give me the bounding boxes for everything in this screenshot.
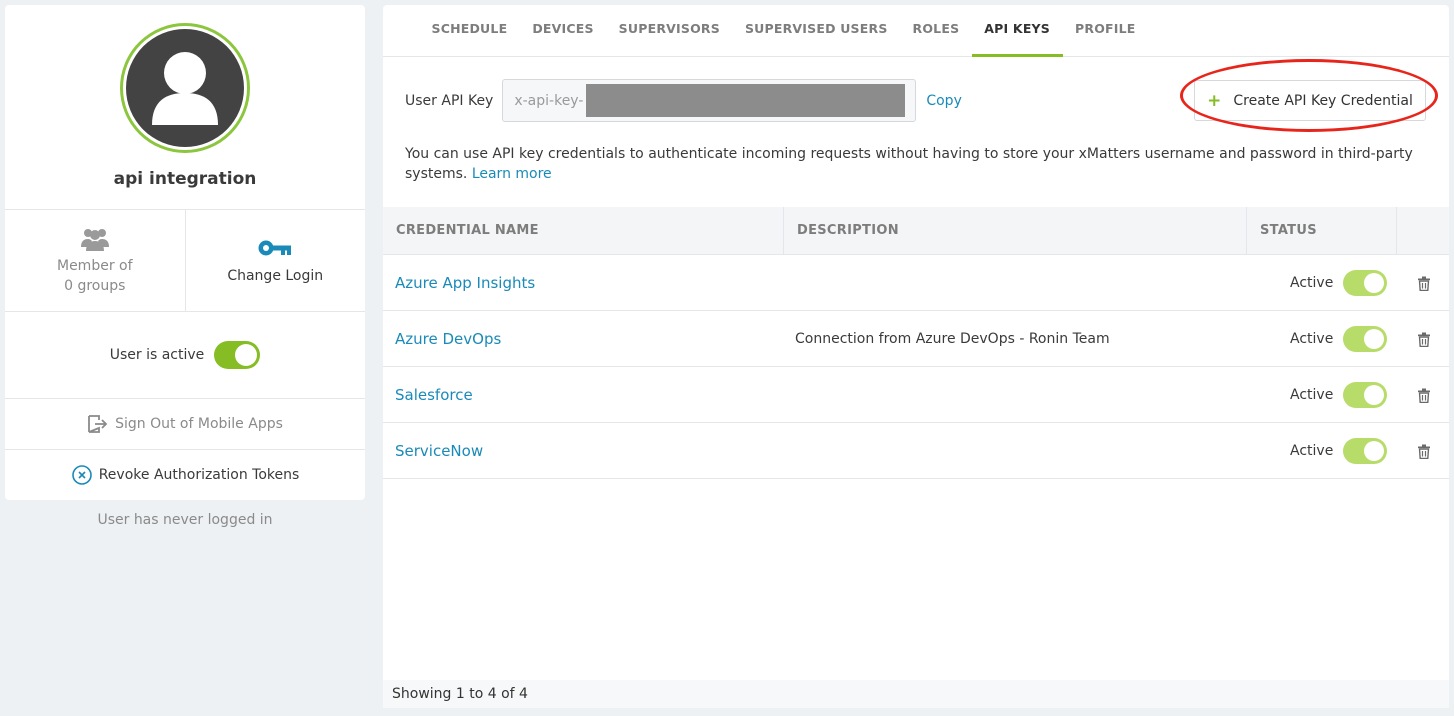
tab-devices[interactable]: DEVICES	[520, 5, 606, 57]
profile-actions: Member of 0 groups Change Login	[5, 210, 365, 312]
tab-roles[interactable]: ROLES	[900, 5, 972, 57]
change-login-button[interactable]: Change Login	[184, 210, 366, 311]
credential-name-link[interactable]: Salesforce	[395, 367, 473, 423]
member-of-label: Member of	[56, 257, 133, 274]
member-of-text: Member of 0 groups	[57, 256, 133, 296]
toggle-knob	[1364, 385, 1384, 405]
trash-icon[interactable]	[1417, 332, 1431, 347]
credential-status-toggle[interactable]	[1343, 270, 1387, 296]
revoke-icon	[71, 465, 92, 485]
user-silhouette-icon	[152, 52, 218, 125]
group-icon	[80, 228, 109, 251]
user-active-label: User is active	[109, 347, 205, 363]
credential-name-link[interactable]: Azure App Insights	[395, 255, 535, 311]
sign-out-label: Sign Out of Mobile Apps	[115, 416, 283, 432]
plus-icon: +	[1207, 90, 1222, 111]
user-card: api integration Member of 0 groups Chang…	[5, 5, 365, 500]
main-panel: SCHEDULE DEVICES SUPERVISORS SUPERVISED …	[383, 5, 1449, 708]
trash-icon[interactable]	[1417, 388, 1431, 403]
api-key-prefix: x-api-key-	[514, 92, 584, 109]
revoke-label: Revoke Authorization Tokens	[98, 467, 300, 483]
header-description[interactable]: DESCRIPTION	[784, 207, 1247, 254]
table-row: ServiceNow Active	[383, 423, 1449, 479]
toggle-knob	[235, 344, 258, 366]
avatar	[126, 29, 244, 147]
credential-description: Connection from Azure DevOps - Ronin Tea…	[795, 331, 1110, 347]
table-row: Azure DevOps Connection from Azure DevOp…	[383, 311, 1449, 367]
table-header: CREDENTIAL NAME DESCRIPTION STATUS	[383, 207, 1449, 255]
revoke-tokens-button[interactable]: Revoke Authorization Tokens	[5, 450, 365, 500]
user-active-toggle[interactable]	[214, 341, 261, 369]
header-actions	[1397, 207, 1449, 254]
header-status[interactable]: STATUS	[1247, 207, 1397, 254]
api-key-row: User API Key x-api-key- Copy	[405, 79, 962, 122]
credential-status: Active	[1290, 331, 1334, 347]
tab-profile[interactable]: PROFILE	[1063, 5, 1149, 57]
api-key-field[interactable]: x-api-key-	[502, 79, 917, 122]
table-row: Azure App Insights Active	[383, 255, 1449, 311]
api-key-info-text: You can use API key credentials to authe…	[405, 146, 1413, 182]
api-key-info: You can use API key credentials to authe…	[405, 144, 1435, 184]
trash-icon[interactable]	[1417, 276, 1431, 291]
toggle-knob	[1364, 441, 1384, 461]
member-of-groups[interactable]: Member of 0 groups	[5, 210, 185, 311]
credential-status-toggle[interactable]	[1343, 438, 1387, 464]
credential-status: Active	[1290, 275, 1334, 291]
tab-supervised-users[interactable]: SUPERVISED USERS	[732, 5, 900, 57]
header-credential-name[interactable]: CREDENTIAL NAME	[383, 207, 784, 254]
credential-status: Active	[1290, 443, 1334, 459]
group-count: 0 groups	[64, 277, 126, 294]
create-api-key-label: Create API Key Credential	[1233, 92, 1413, 109]
avatar-ring	[120, 23, 250, 153]
pagination-summary: Showing 1 to 4 of 4	[383, 680, 1449, 708]
credential-status: Active	[1290, 387, 1334, 403]
api-key-redaction	[586, 84, 906, 117]
tab-schedule[interactable]: SCHEDULE	[419, 5, 520, 57]
credential-name-link[interactable]: Azure DevOps	[395, 311, 501, 367]
trash-icon[interactable]	[1417, 444, 1431, 459]
copy-api-key-link[interactable]: Copy	[926, 93, 962, 109]
credential-status-toggle[interactable]	[1343, 326, 1387, 352]
sign-out-mobile-button[interactable]: Sign Out of Mobile Apps	[5, 399, 365, 450]
user-sidebar: api integration Member of 0 groups Chang…	[5, 5, 365, 528]
table-row: Salesforce Active	[383, 367, 1449, 423]
key-icon	[258, 240, 292, 255]
last-login-status: User has never logged in	[97, 512, 273, 528]
user-active-row: User is active	[5, 312, 365, 399]
tab-supervisors[interactable]: SUPERVISORS	[606, 5, 732, 57]
credential-name-link[interactable]: ServiceNow	[395, 423, 483, 479]
toggle-knob	[1364, 329, 1384, 349]
create-api-key-button[interactable]: + Create API Key Credential	[1194, 80, 1426, 121]
change-login-label: Change Login	[227, 267, 324, 284]
credential-status-toggle[interactable]	[1343, 382, 1387, 408]
tab-api-keys[interactable]: API KEYS	[971, 5, 1063, 57]
toggle-knob	[1364, 273, 1384, 293]
tab-bar: SCHEDULE DEVICES SUPERVISORS SUPERVISED …	[383, 5, 1449, 57]
sign-out-icon	[88, 415, 108, 433]
credentials-table: Azure App Insights Active Azure DevOps C…	[383, 255, 1449, 479]
profile-header: api integration	[5, 5, 365, 210]
api-key-label: User API Key	[405, 92, 494, 109]
profile-name: api integration	[113, 169, 257, 189]
learn-more-link[interactable]: Learn more	[472, 166, 552, 182]
